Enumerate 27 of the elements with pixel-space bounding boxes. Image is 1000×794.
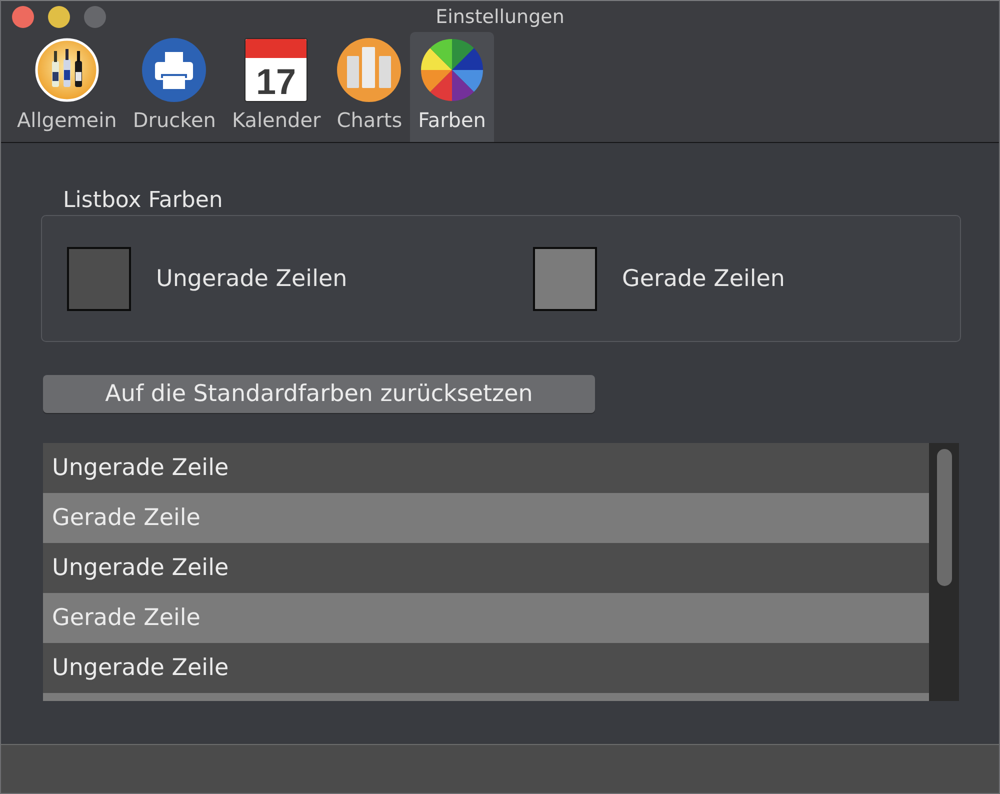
swatch-label: Ungerade Zeilen [156, 266, 348, 292]
toolbar-tab[interactable]: 17 Kalender [224, 32, 329, 142]
calendar-icon: 17 [244, 38, 308, 102]
minimize-icon[interactable] [48, 6, 70, 28]
printer-icon [142, 38, 206, 102]
bar-chart-icon [337, 38, 402, 102]
list-row[interactable]: Gerade Zeile [43, 593, 929, 643]
list-row[interactable]: Ungerade Zeile [43, 543, 929, 593]
color-wheel-icon [420, 38, 484, 102]
toolbar-tab[interactable]: Drucken [124, 32, 224, 142]
wine-bottles-icon [34, 38, 99, 102]
color-swatch-icon[interactable] [67, 246, 131, 310]
scrollbar-track[interactable] [929, 443, 959, 701]
list-row[interactable]: Ungerade Zeile [43, 443, 929, 493]
toolbar-tab[interactable]: Charts [328, 32, 410, 142]
list-row[interactable]: Gerade Zeile [43, 493, 929, 543]
reset-button[interactable]: Auf die Standardfarben zurücksetzen [43, 375, 595, 413]
close-icon[interactable] [12, 6, 34, 28]
group-title: Listbox Farben [63, 189, 223, 213]
color-swatch-icon[interactable] [533, 246, 597, 310]
scrollbar-thumb[interactable] [937, 449, 952, 586]
toolbar-tab[interactable]: Allgemein [9, 32, 125, 142]
window-title: Einstellungen [436, 6, 564, 28]
toolbar-tab[interactable]: Farben [410, 32, 494, 142]
list-row[interactable]: Ungerade Zeile [43, 643, 929, 693]
zoom-icon[interactable] [84, 6, 106, 28]
swatch-label: Gerade Zeilen [622, 266, 785, 292]
